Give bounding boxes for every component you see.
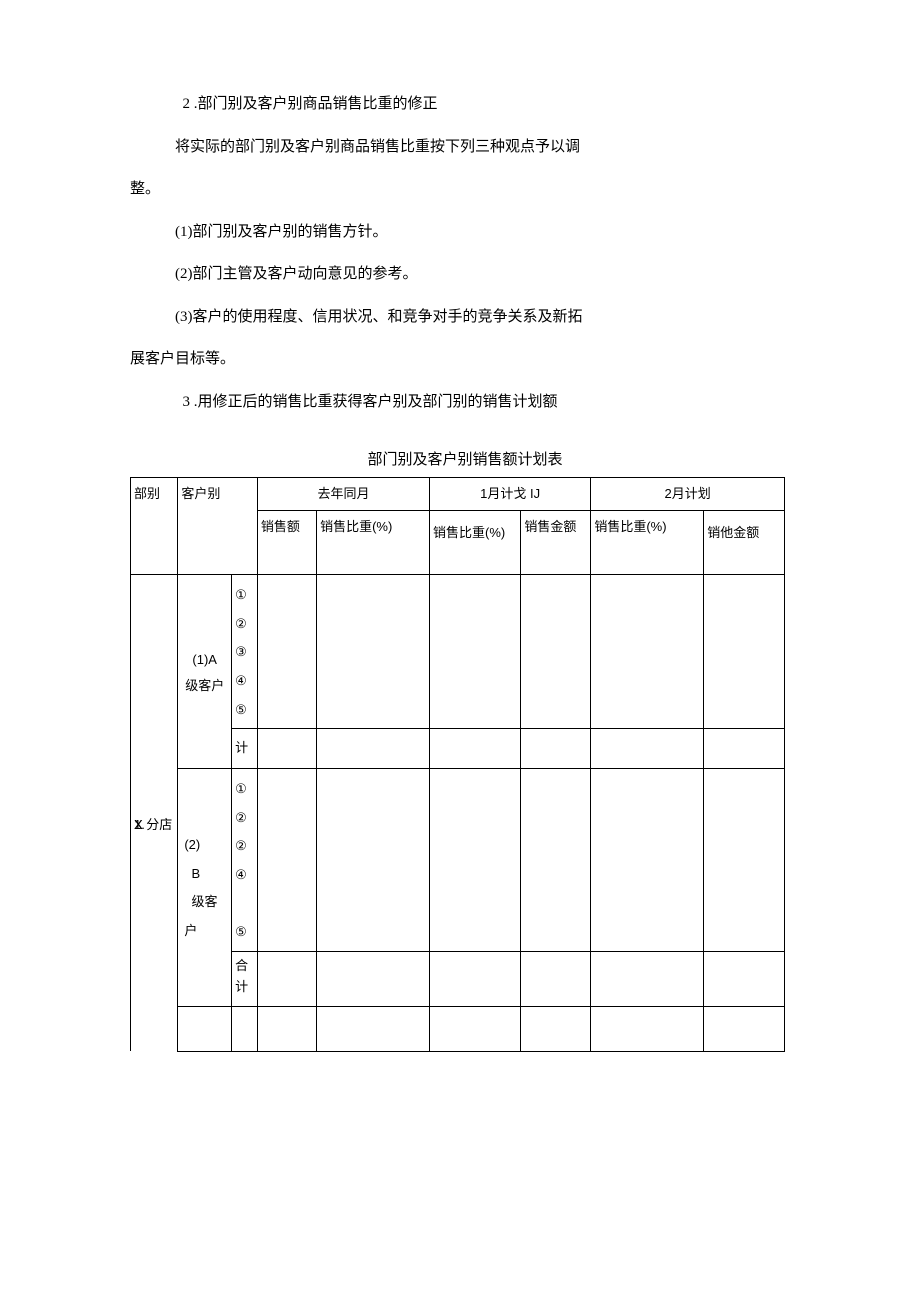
cell <box>521 575 591 729</box>
sales-plan-table: 部别 客户别 去年同月 1月计戈 IJ 2月计划 销售额 销售比重(%) 销售比… <box>130 477 785 1052</box>
cell <box>430 1006 521 1051</box>
cell <box>317 769 430 952</box>
cell-total-b: 合计 <box>232 951 258 1006</box>
cell <box>521 769 591 952</box>
para-item-1: (1)部门别及客户别的销售方针。 <box>130 218 800 247</box>
table-title: 部门别及客户别销售额计划表 <box>130 446 800 475</box>
cell <box>521 951 591 1006</box>
th-sales-pct-2: 销售比重(%) <box>591 511 704 575</box>
para-line: 整。 <box>130 175 800 204</box>
cell <box>257 1006 316 1051</box>
th-sales-amt-1: 销售金额 <box>521 511 591 575</box>
cell <box>521 729 591 769</box>
cell-dept: 1. X X 分店 <box>131 575 178 1052</box>
th-last-year: 去年同月 <box>257 477 429 511</box>
cell <box>521 1006 591 1051</box>
cell <box>317 575 430 729</box>
cell-subtotal-a: 计 <box>232 729 258 769</box>
cell <box>317 1006 430 1051</box>
th-sales-amount: 销售额 <box>257 511 316 575</box>
cell <box>591 769 704 952</box>
para-item-3: (3)客户的使用程度、信用状况、和竞争对手的竞争关系及新拓 <box>130 303 800 332</box>
table-row: (2) B 级客户 ① ② ② ④ ⑤ <box>131 769 785 952</box>
cell <box>430 951 521 1006</box>
cell-nums-b: ① ② ② ④ ⑤ <box>232 769 258 952</box>
cell <box>317 951 430 1006</box>
para-heading-2: 2 .部门别及客户别商品销售比重的修正 <box>130 90 800 119</box>
th-sales-pct: 销售比重(%) <box>317 511 430 575</box>
cell <box>704 769 785 952</box>
cell <box>430 575 521 729</box>
cell <box>704 1006 785 1051</box>
cell <box>257 729 316 769</box>
table-row: 1. X X 分店 (1)A级客户 ① ② ③ ④ ⑤ <box>131 575 785 729</box>
cell <box>591 575 704 729</box>
table-row <box>131 1006 785 1051</box>
para-line: 将实际的部门别及客户别商品销售比重按下列三种观点予以调 <box>130 133 800 162</box>
cell <box>591 951 704 1006</box>
table-header-row-1: 部别 客户别 去年同月 1月计戈 IJ 2月计划 <box>131 477 785 511</box>
cell-customer-a: (1)A级客户 <box>178 575 232 769</box>
cell <box>257 769 316 952</box>
cell <box>591 729 704 769</box>
cell <box>591 1006 704 1051</box>
th-customer: 客户别 <box>178 477 258 575</box>
th-dept: 部别 <box>131 477 178 575</box>
para-heading-3: 3 .用修正后的销售比重获得客户别及部门别的销售计划额 <box>130 388 800 417</box>
th-sales-pct-1: 销售比重(%) <box>430 511 521 575</box>
cell <box>257 951 316 1006</box>
cell <box>232 1006 258 1051</box>
cell <box>704 575 785 729</box>
th-sales-amt-2: 销他金额 <box>704 511 785 575</box>
para-item-2: (2)部门主管及客户动向意见的参考。 <box>130 260 800 289</box>
cell-nums-a: ① ② ③ ④ ⑤ <box>232 575 258 729</box>
cell <box>704 951 785 1006</box>
para-line: 展客户目标等。 <box>130 345 800 374</box>
th-plan-1: 1月计戈 IJ <box>430 477 591 511</box>
cell <box>257 575 316 729</box>
th-plan-2: 2月计划 <box>591 477 785 511</box>
cell <box>430 769 521 952</box>
document-body: 2 .部门别及客户别商品销售比重的修正 将实际的部门别及客户别商品销售比重按下列… <box>130 90 800 1052</box>
cell <box>704 729 785 769</box>
cell <box>430 729 521 769</box>
cell-customer-b: (2) B 级客户 <box>178 769 232 1007</box>
cell <box>317 729 430 769</box>
cell <box>178 1006 232 1051</box>
